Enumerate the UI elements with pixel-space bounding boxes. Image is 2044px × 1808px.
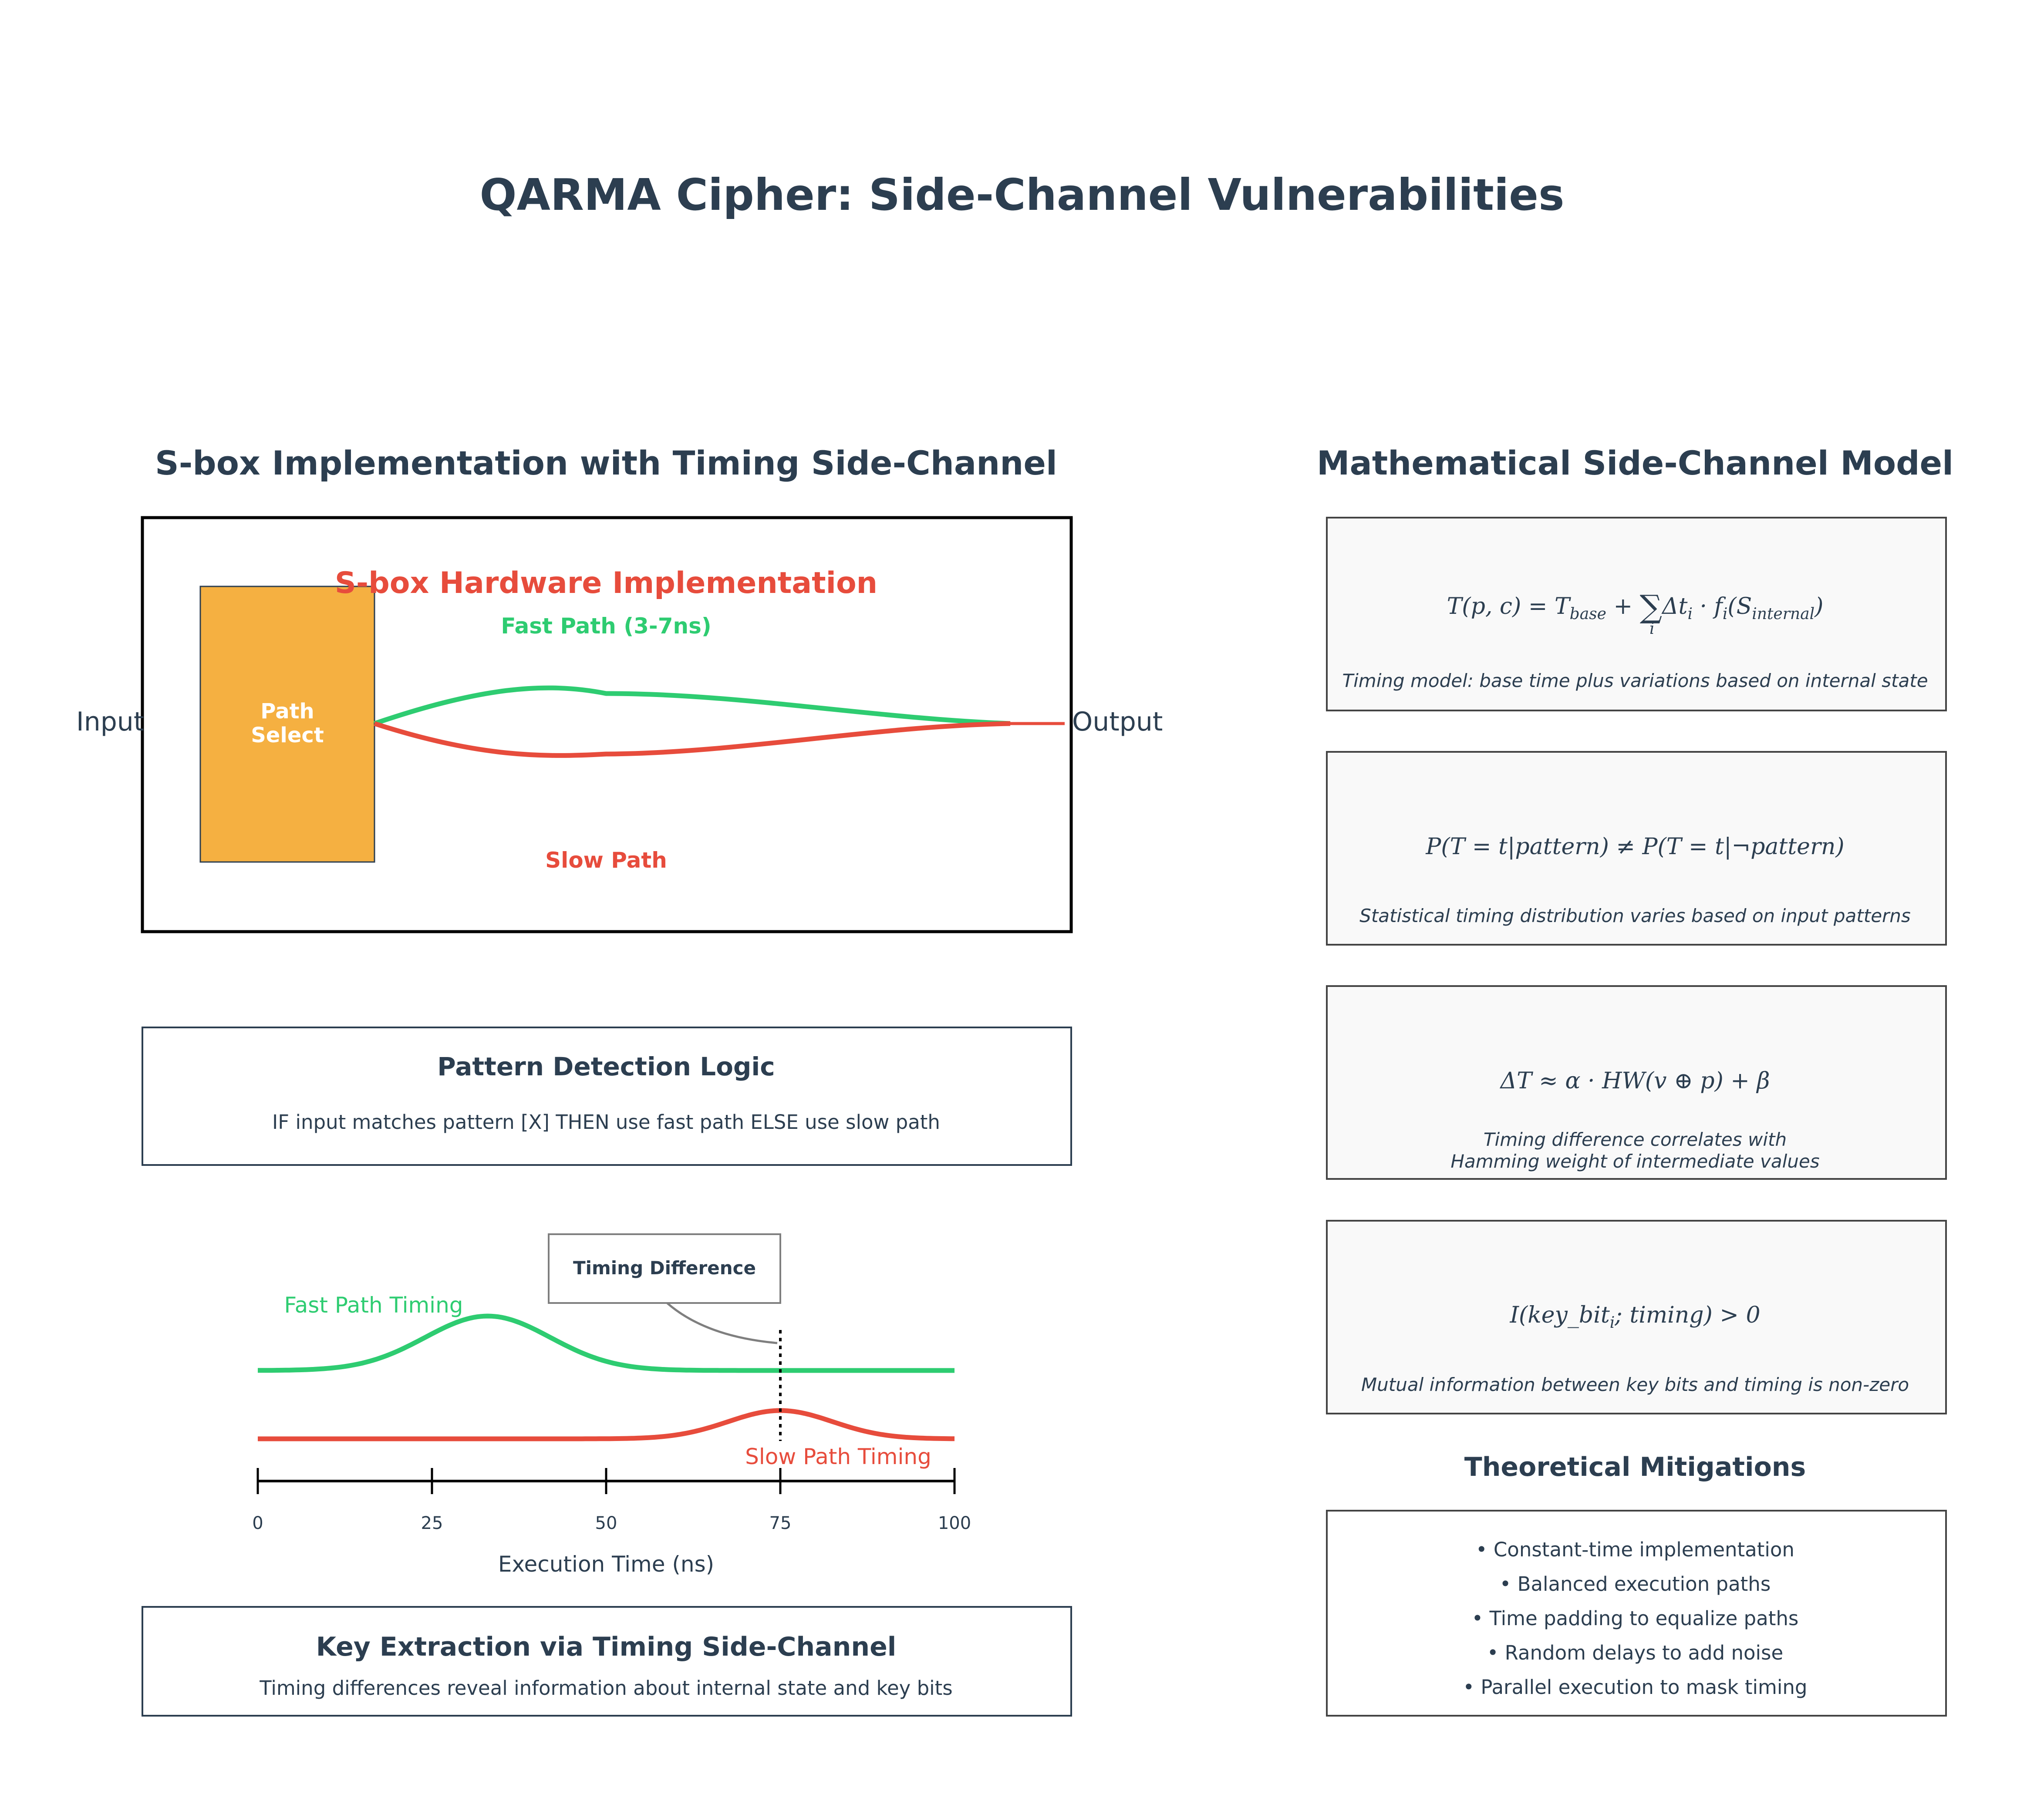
- formula-1-caption: Timing model: base time plus variations …: [1342, 670, 1928, 691]
- diagram-canvas: QARMA Cipher: Side-Channel Vulnerabiliti…: [76, 169, 1953, 1717]
- slow-path-label: Slow Path: [545, 848, 667, 873]
- formula-4-caption: Mutual information between key bits and …: [1361, 1374, 1909, 1395]
- pattern-box: [142, 1027, 1072, 1166]
- timing-tick-label-25: 25: [421, 1513, 443, 1533]
- formula-1-sum-index: i: [1649, 620, 1655, 638]
- fast-path-label: Fast Path (3-7ns): [501, 613, 711, 639]
- path-select-label-line1: Path: [260, 699, 314, 724]
- page-title: QARMA Cipher: Side-Channel Vulnerabiliti…: [479, 169, 1564, 220]
- pattern-title: Pattern Detection Logic: [437, 1052, 775, 1081]
- timing-tick-label-50: 50: [595, 1513, 617, 1533]
- key-extraction-text: Timing differences reveal information ab…: [259, 1677, 953, 1700]
- path-select-label-line2: Select: [251, 723, 324, 747]
- formula-3: ΔT ≈ α · HW(v ⊕ p) + β: [1500, 1068, 1770, 1094]
- formula-3-caption-line2: Hamming weight of intermediate values: [1450, 1151, 1819, 1172]
- mitigation-item: • Parallel execution to mask timing: [1463, 1676, 1808, 1699]
- sbox-title: S-box Hardware Implementation: [335, 566, 877, 600]
- timing-tick-label-75: 75: [769, 1513, 792, 1533]
- callout-text: Timing Difference: [573, 1257, 756, 1279]
- formula-2: P(T = t|pattern) ≠ P(T = t|¬pattern): [1425, 834, 1844, 860]
- input-label: Input: [76, 707, 144, 737]
- fast-timing-label: Fast Path Timing: [284, 1293, 463, 1318]
- pattern-text: IF input matches pattern [X] THEN use fa…: [272, 1111, 940, 1134]
- formula-3-caption-line1: Timing difference correlates with: [1484, 1129, 1787, 1150]
- key-extraction-title: Key Extraction via Timing Side-Channel: [316, 1632, 897, 1662]
- timing-tick-label-0: 0: [252, 1513, 263, 1533]
- timing-chart: 0 25 50 75 100 Execution Time (ns) Fast …: [252, 1233, 971, 1577]
- mitigation-item: • Time padding to equalize paths: [1472, 1607, 1799, 1630]
- mitigations-title: Theoretical Mitigations: [1464, 1452, 1806, 1482]
- left-section-title: S-box Implementation with Timing Side-Ch…: [155, 444, 1057, 482]
- mitigation-item: • Balanced execution paths: [1500, 1572, 1771, 1596]
- slow-timing-label: Slow Path Timing: [745, 1444, 931, 1469]
- mitigation-item: • Random delays to add noise: [1487, 1641, 1783, 1664]
- fast-path-curve: [374, 685, 1011, 726]
- formula-4: I(key_biti; timing) > 0: [1509, 1302, 1760, 1332]
- slow-timing-curve: [258, 1408, 955, 1441]
- timing-tick-label-100: 100: [938, 1513, 971, 1533]
- right-section-title: Mathematical Side-Channel Model: [1317, 444, 1953, 482]
- timing-xlabel: Execution Time (ns): [498, 1552, 714, 1577]
- callout-pointer: [666, 1302, 778, 1344]
- output-label: Output: [1072, 707, 1163, 737]
- mitigation-item: • Constant-time implementation: [1476, 1538, 1794, 1561]
- formula-2-caption: Statistical timing distribution varies b…: [1359, 905, 1911, 926]
- fast-timing-curve: [258, 1313, 955, 1373]
- slow-path-curve: [374, 721, 1011, 758]
